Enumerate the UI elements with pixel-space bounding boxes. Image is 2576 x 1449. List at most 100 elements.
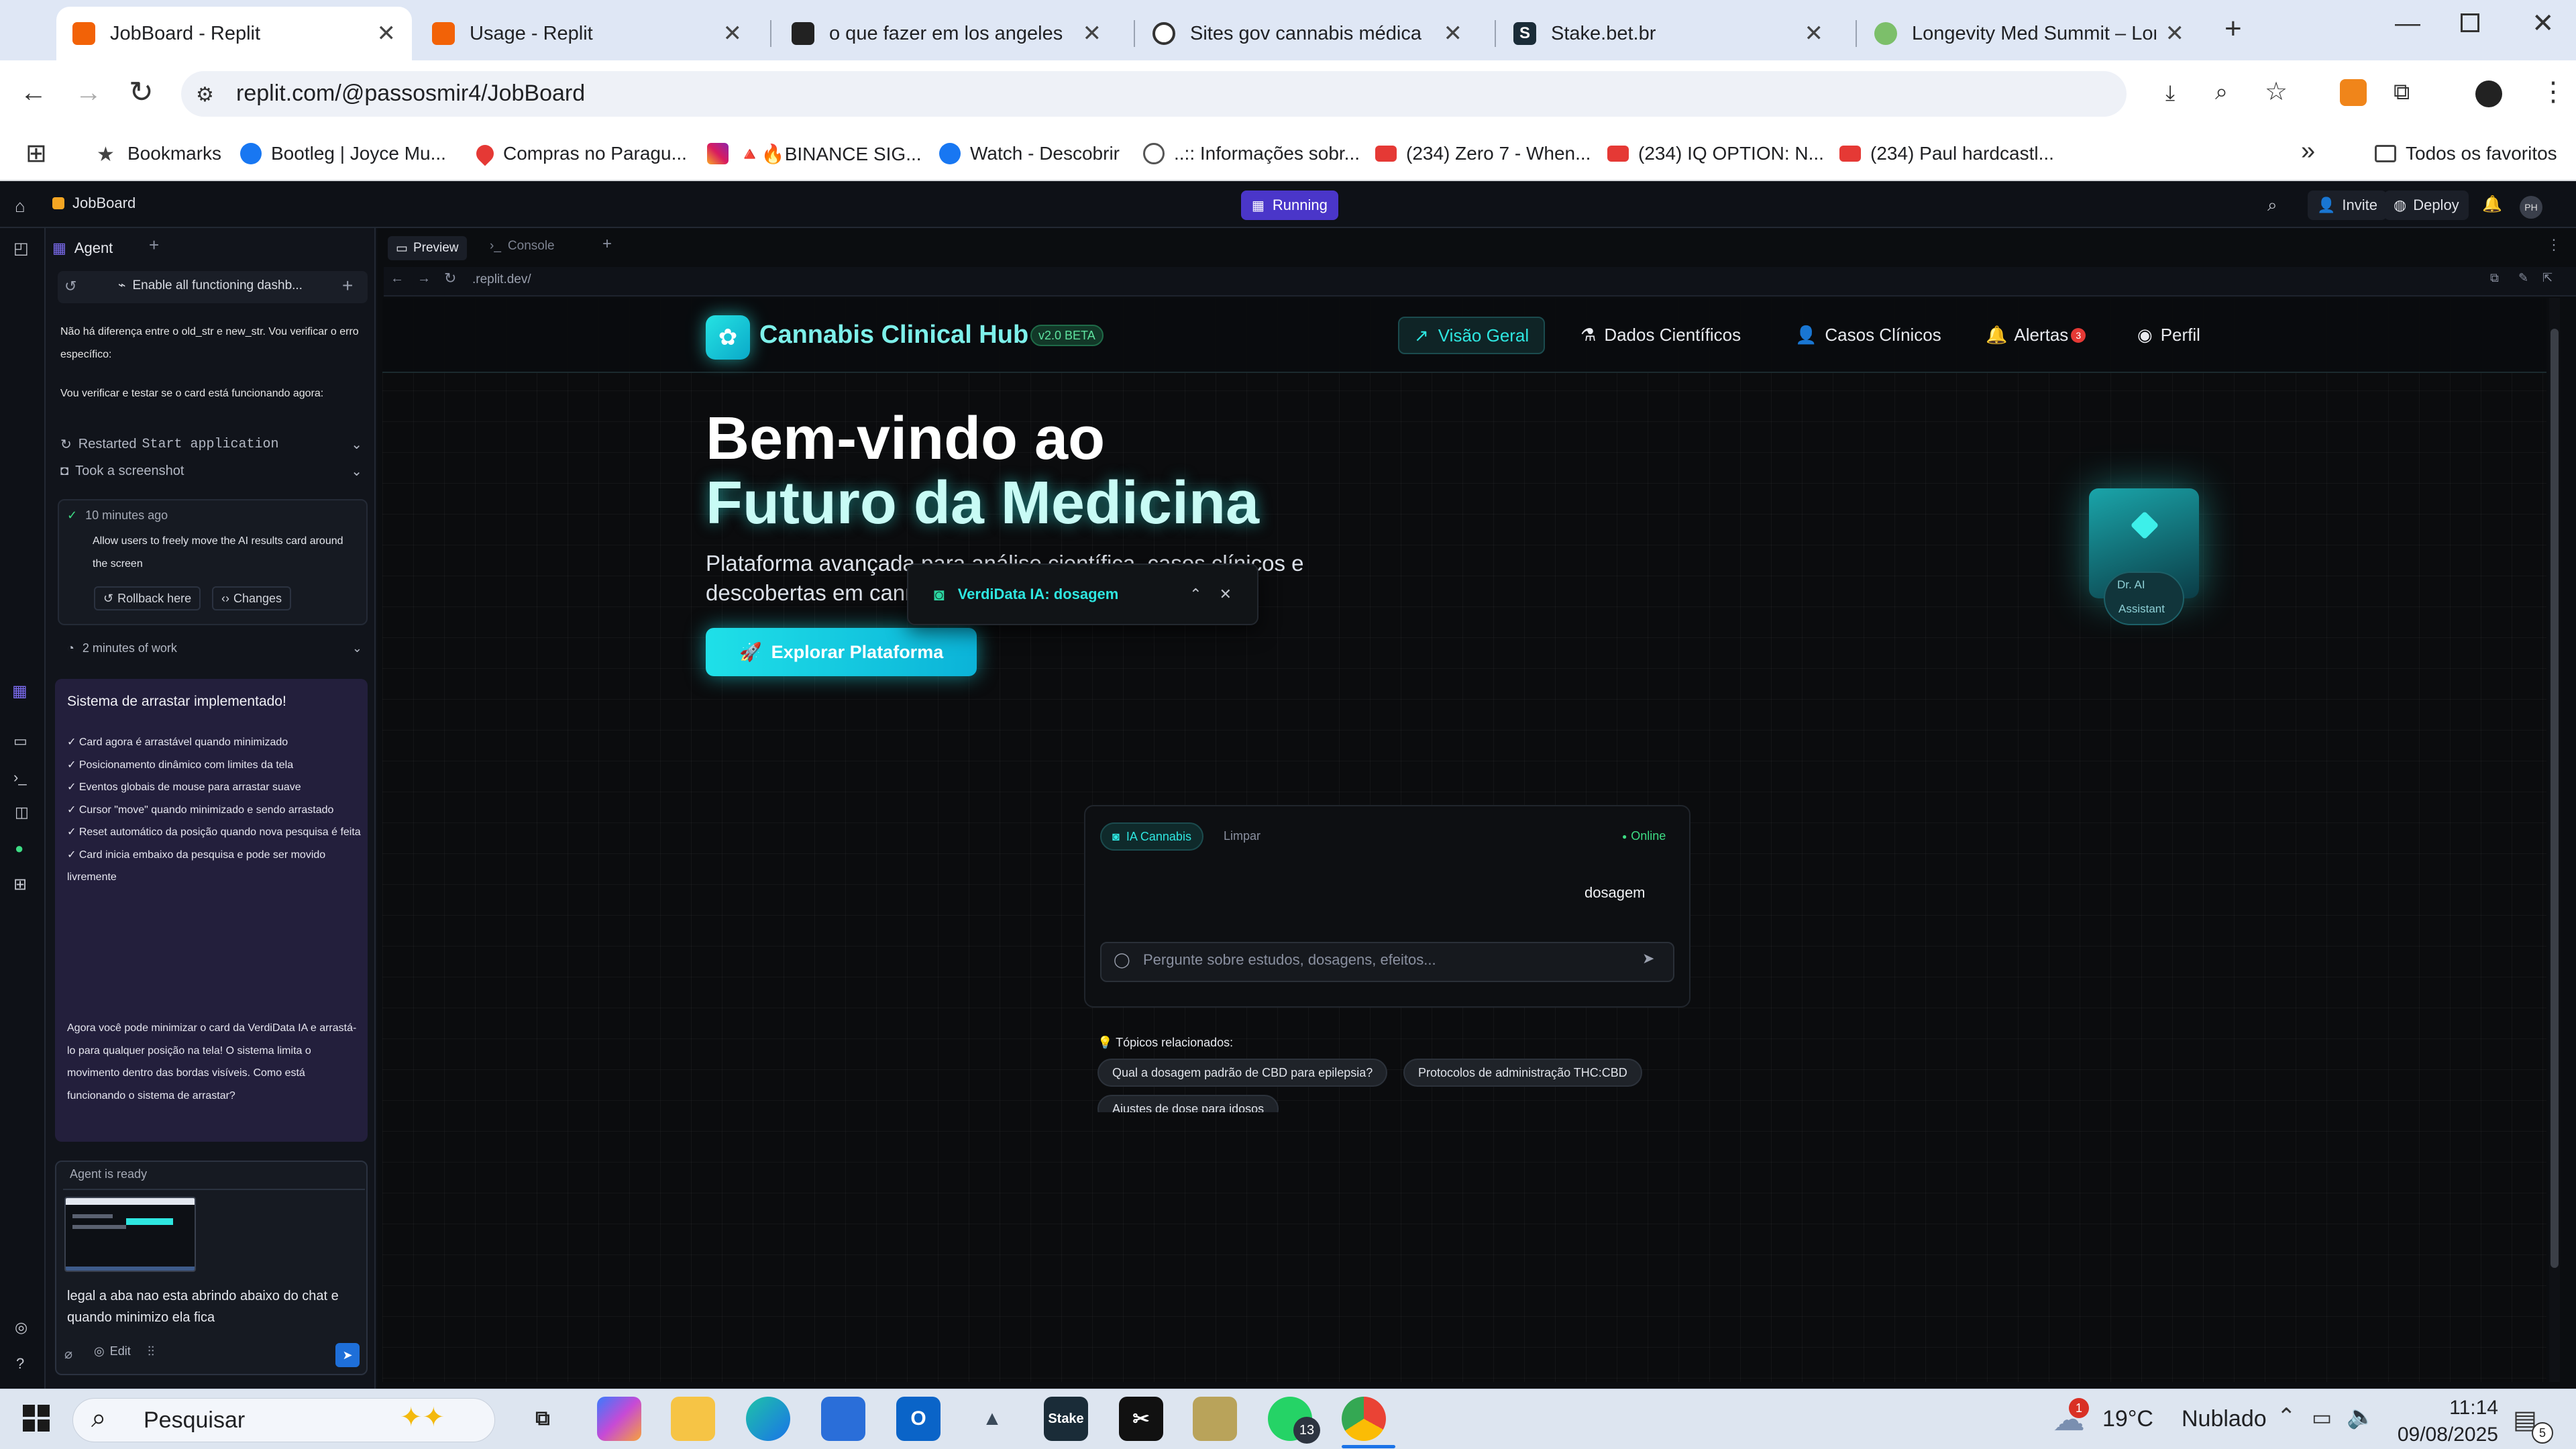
network-icon[interactable]: ▭ — [2312, 1405, 2332, 1430]
secrets-icon[interactable]: ● — [15, 840, 23, 857]
invite-button[interactable]: 👤 Invite — [2308, 191, 2387, 220]
bookmark-item[interactable]: 🔺🔥BINANCE SIG... — [707, 137, 922, 170]
copilot-app-icon[interactable] — [597, 1397, 641, 1441]
task-view-icon[interactable]: ⧉ — [521, 1397, 565, 1441]
stake-app-icon[interactable]: Stake — [1044, 1397, 1088, 1441]
arc-app-icon[interactable]: ▲ — [970, 1397, 1014, 1441]
metamask-extension-icon[interactable] — [2340, 79, 2367, 106]
scrollbar-thumb[interactable] — [2551, 329, 2559, 1268]
send-message-icon[interactable]: ➤ — [1642, 950, 1654, 967]
send-button[interactable]: ➤ — [335, 1343, 360, 1367]
more-bookmarks-icon[interactable]: » — [2301, 137, 2315, 166]
attach-icon[interactable]: ⌀ — [64, 1346, 72, 1362]
close-icon[interactable]: ✕ — [1083, 20, 1102, 47]
settings-sliders-icon[interactable]: ⫶⫶ — [148, 1344, 154, 1360]
extensions-icon[interactable]: ⧉ — [2394, 79, 2410, 105]
weather-description[interactable]: Nublado — [2182, 1406, 2267, 1432]
deploy-button[interactable]: ◍ Deploy — [2384, 191, 2469, 220]
restore-window-button[interactable] — [2461, 13, 2479, 32]
reload-icon[interactable]: ↻ — [129, 75, 154, 109]
apps-grid-icon[interactable]: ⊞ — [25, 138, 47, 168]
topic-chip[interactable]: Protocolos de administração THC:CBD — [1403, 1059, 1642, 1087]
close-icon[interactable]: ✕ — [2165, 20, 2185, 47]
tab-agent[interactable]: ▦ Agent — [52, 235, 113, 262]
thread-title[interactable]: ⌁ Enable all functioning dashb... — [118, 278, 303, 293]
help-icon[interactable]: ? — [16, 1355, 24, 1373]
explore-platform-button[interactable]: 🚀 Explorar Plataforma — [706, 628, 977, 676]
nav-visao-geral[interactable]: ↗ Visão Geral — [1398, 317, 1546, 354]
install-app-icon[interactable]: ⤓ — [2165, 80, 2175, 106]
all-bookmarks-folder[interactable]: Todos os favoritos — [2375, 137, 2557, 170]
windows-start-icon[interactable] — [23, 1405, 50, 1432]
tools-grid-icon[interactable]: ⊞ — [13, 875, 27, 894]
console-icon[interactable]: ›_ — [13, 769, 27, 786]
bookmark-item[interactable]: Compras no Paragu... — [472, 137, 687, 170]
new-pane-tab-button[interactable]: + — [602, 235, 612, 254]
changes-button[interactable]: ‹› Changes — [212, 586, 292, 610]
pen-icon[interactable]: ✎ — [2518, 271, 2528, 285]
topic-chip[interactable]: Ajustes de dose para idosos — [1097, 1095, 1279, 1112]
preview-forward-icon[interactable]: → — [417, 271, 431, 286]
open-new-window-icon[interactable]: ⇱ — [2542, 271, 2553, 285]
site-brand[interactable]: Cannabis Clinical Hub — [759, 321, 1028, 350]
home-icon[interactable]: ⌂ — [15, 196, 25, 217]
capcut-icon[interactable]: ✂ — [1119, 1397, 1163, 1441]
topic-chip[interactable]: Qual a dosagem padrão de CBD para epilep… — [1097, 1059, 1388, 1087]
close-window-button[interactable]: ✕ — [2532, 8, 2555, 39]
files-icon[interactable]: ◰ — [13, 239, 29, 258]
weather-temperature[interactable]: 19°C — [2102, 1406, 2153, 1432]
new-thread-button[interactable]: + — [342, 275, 353, 297]
close-icon[interactable]: ✕ — [1220, 586, 1232, 603]
agent-input-text[interactable]: legal a aba nao esta abrindo abaixo do c… — [67, 1285, 362, 1328]
tab-jobboard[interactable]: JobBoard - Replit ✕ — [56, 7, 412, 60]
new-tab-button[interactable]: + — [2224, 12, 2242, 46]
close-icon[interactable]: ✕ — [1805, 20, 1824, 47]
bookmark-item[interactable]: Watch - Descobrir — [939, 137, 1120, 170]
bookmark-item[interactable]: (234) IQ OPTION: N... — [1607, 137, 1824, 170]
database-icon[interactable]: ◫ — [15, 804, 29, 821]
file-explorer-icon[interactable] — [671, 1397, 715, 1441]
chrome-taskbar-icon[interactable] — [1342, 1397, 1386, 1441]
close-icon[interactable]: ✕ — [1444, 20, 1463, 47]
close-icon[interactable]: ✕ — [377, 20, 396, 47]
preview-back-icon[interactable]: ← — [390, 271, 404, 286]
agent-icon[interactable]: ▦ — [12, 682, 28, 701]
tab-console[interactable]: ›_ Console — [490, 239, 555, 254]
new-agent-tab-button[interactable]: + — [149, 235, 159, 256]
chrome-menu-icon[interactable]: ⋮ — [2540, 76, 2567, 107]
preview-icon[interactable]: ▭ — [13, 733, 28, 750]
tab-los-angeles[interactable]: o que fazer em los angeles ✕ — [775, 7, 1118, 60]
notifications-bell-icon[interactable]: 🔔 — [2482, 195, 2502, 214]
microsoft-store-icon[interactable] — [821, 1397, 865, 1441]
outlook-icon[interactable]: O — [896, 1397, 941, 1441]
clock-time[interactable]: 11:14 — [2418, 1397, 2498, 1419]
tab-preview[interactable]: ▭ Preview — [388, 236, 467, 260]
close-icon[interactable]: ✕ — [723, 20, 743, 47]
tab-stake[interactable]: S Stake.bet.br ✕ — [1497, 7, 1839, 60]
run-status-button[interactable]: ▦ Running — [1241, 191, 1338, 220]
restarted-action[interactable]: ↻ Restarted Start application ⌄ — [60, 436, 362, 453]
pane-menu-icon[interactable]: ⋮ — [2546, 236, 2561, 254]
devtools-icon[interactable]: ⧉ — [2490, 271, 2499, 285]
history-icon[interactable]: ↺ — [64, 278, 76, 295]
bookmark-item[interactable]: (234) Zero 7 - When... — [1375, 137, 1591, 170]
bookmark-item[interactable]: ★ Bookmarks — [97, 137, 221, 170]
minimize-window-button[interactable]: — — [2395, 9, 2420, 38]
tab-cannabis-gov[interactable]: Sites gov cannabis médica ✕ — [1136, 7, 1479, 60]
tray-chevron-up-icon[interactable]: ⌃ — [2277, 1403, 2296, 1430]
cannabis-leaf-icon[interactable]: ✿ — [706, 315, 750, 360]
forward-icon[interactable]: → — [75, 78, 102, 108]
ia-cannabis-tab[interactable]: ◙ IA Cannabis — [1100, 822, 1203, 851]
profile-avatar-icon[interactable] — [2475, 80, 2502, 107]
expand-icon[interactable]: ⌃ — [1189, 586, 1201, 603]
attached-screenshot-thumbnail[interactable] — [64, 1197, 196, 1272]
user-avatar[interactable]: PH — [2520, 196, 2542, 219]
zoom-icon[interactable]: ⌕ — [2215, 79, 2228, 105]
screenshot-action[interactable]: ◘ Took a screenshot ⌄ — [60, 463, 362, 480]
bookmark-star-icon[interactable]: ☆ — [2265, 76, 2288, 107]
rollback-button[interactable]: ↺ Rollback here — [94, 586, 201, 610]
bookmark-item[interactable]: ..:: Informações sobr... — [1143, 137, 1360, 170]
site-settings-icon[interactable]: ⚙ — [196, 83, 214, 107]
work-duration[interactable]: ◔ 2 minutes of work ⌄ — [67, 641, 362, 655]
repl-name[interactable]: JobBoard — [52, 195, 136, 212]
